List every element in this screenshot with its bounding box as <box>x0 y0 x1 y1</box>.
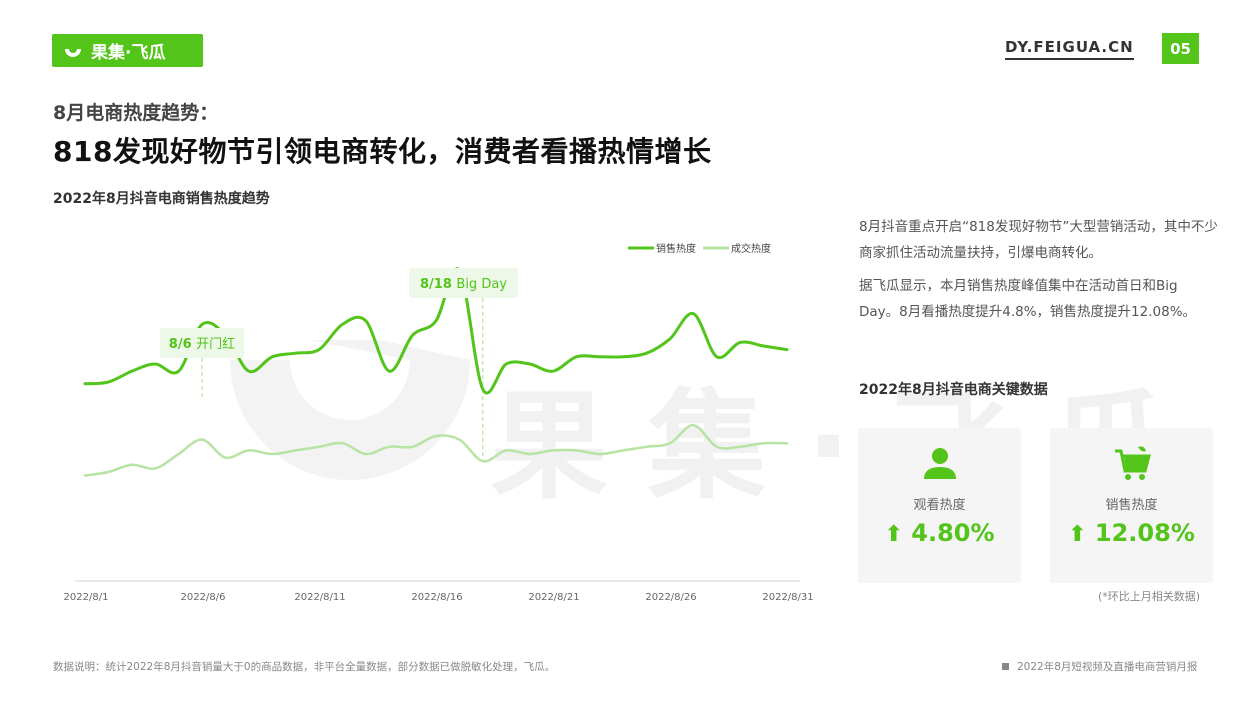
x-tick-label: 2022/8/1 <box>64 592 109 603</box>
legend-label: 销售热度 <box>656 242 696 255</box>
page-number: 05 <box>1162 33 1199 64</box>
description-paragraph-2: 据飞瓜显示，本月销售热度峰值集中在活动首日和Big Day。8月看播热度提升4.… <box>859 278 1197 320</box>
page-title: 818发现好物节引领电商转化，消费者看播热情增长 <box>53 135 712 168</box>
annotation-label: 8/6 开门红 <box>169 336 235 352</box>
sales-heat-label: 销售热度 <box>1105 498 1158 513</box>
x-tick-label: 2022/8/26 <box>645 592 696 603</box>
sales-trend-chart: 8/6 开门红 8/18 Big Day 2022/8/1 2022/8/6 2022/… <box>64 242 814 603</box>
key-data-title: 2022年8月抖音电商关键数据 <box>859 382 1048 398</box>
x-tick-label: 2022/8/6 <box>181 592 226 603</box>
logo-mark-icon <box>65 48 81 57</box>
x-tick-label: 2022/8/31 <box>762 592 813 603</box>
square-bullet-icon <box>1002 663 1009 670</box>
watch-heat-card: 观看热度 ⬆ 4.80% <box>858 428 1021 583</box>
up-arrow-icon: ⬆ <box>884 522 903 547</box>
x-tick-label: 2022/8/11 <box>294 592 345 603</box>
brand-logo: 果集·飞瓜 <box>52 34 203 67</box>
logo-text: 果集·飞瓜 <box>91 43 166 63</box>
page-subtitle: 8月电商热度趋势： <box>53 102 219 124</box>
series-line-deal-heat <box>83 423 789 477</box>
footer-report-name: 2022年8月短视频及直播电商营销月报 <box>1002 659 1197 674</box>
cart-icon <box>1114 446 1151 480</box>
watch-heat-label: 观看热度 <box>913 498 966 513</box>
legend-label: 成交热度 <box>731 242 771 255</box>
watch-heat-value: ⬆ 4.80% <box>884 519 995 547</box>
up-arrow-icon: ⬆ <box>1068 522 1087 547</box>
site-url[interactable]: DY.FEIGUA.CN <box>1005 38 1134 60</box>
annotation-label: 8/18 Big Day <box>420 277 507 292</box>
chart-title: 2022年8月抖音电商销售热度趋势 <box>53 191 270 207</box>
footer-data-note: 数据说明：统计2022年8月抖音销量大于0的商品数据，非平台全量数据，部分数据已… <box>53 661 556 673</box>
sales-heat-value: ⬆ 12.08% <box>1068 519 1195 547</box>
key-data-note: (*环比上月相关数据) <box>1098 590 1201 603</box>
person-icon <box>923 448 956 479</box>
sales-heat-card: 销售热度 ⬆ 12.08% <box>1050 428 1213 583</box>
x-tick-label: 2022/8/16 <box>411 592 462 603</box>
description-paragraph-1: 8月抖音重点开启“818发现好物节”大型营销活动，其中不少商家抓住活动流量扶持，… <box>859 219 1218 261</box>
x-tick-label: 2022/8/21 <box>528 592 579 603</box>
